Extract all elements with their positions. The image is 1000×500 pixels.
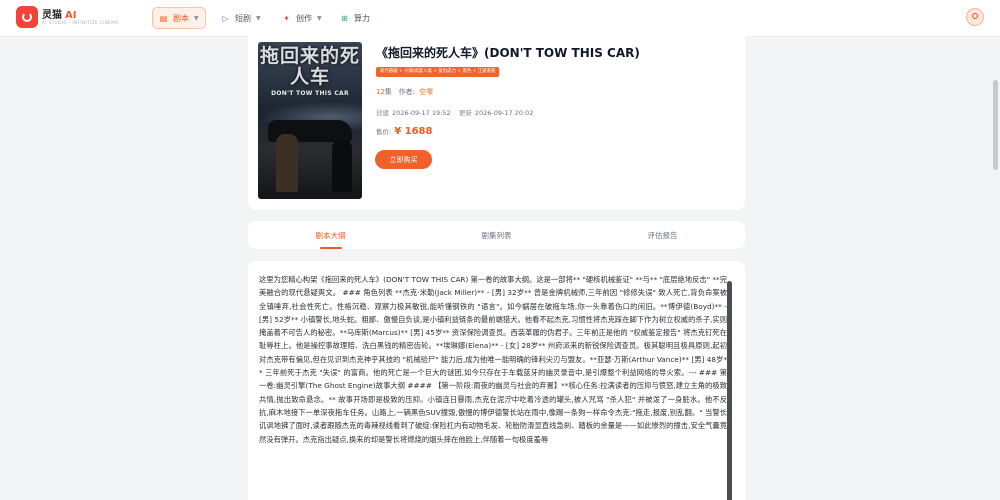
play-icon: ▷ — [222, 13, 229, 23]
chevron-down-icon: ▼ — [194, 14, 199, 22]
sparkle-icon: ✦ — [283, 13, 290, 23]
nav-item-script[interactable]: ▤ 剧本 ▼ — [152, 7, 206, 29]
poster-english-title: DON'T TOW THIS CAR — [271, 90, 349, 97]
content-scrollbar-thumb[interactable] — [727, 281, 732, 500]
nav-item-create[interactable]: ✦ 创作 ▼ — [276, 7, 328, 29]
tab-episode-list[interactable]: 剧集列表 — [454, 221, 539, 249]
product-title: 《拖回来的死人车》(DON'T TOW THIS CAR) — [376, 46, 640, 60]
nav-item-label: 短剧 — [235, 13, 251, 23]
nav-item-short-drama[interactable]: ▷ 短剧 ▼ — [215, 7, 267, 29]
price-row: 售价: ¥ 1688 — [376, 126, 432, 137]
author-label: 作者: — [398, 88, 415, 96]
user-icon — [972, 13, 978, 19]
brand-name: 灵猫 AI — [42, 10, 77, 21]
chevron-down-icon: ▼ — [256, 14, 261, 22]
window-scrollbar-thumb[interactable] — [993, 80, 998, 170]
created-date: 2026-09-17 19:52 — [392, 109, 451, 117]
top-bar: 灵猫 AI AI STUDIO · INFINITIZE CINEMA ▤ 剧本 … — [0, 0, 1000, 37]
author-name[interactable]: 空零 — [419, 88, 433, 96]
outline-content-panel: 这里为您精心构架《拖回来的死人车》(DON'T TOW THIS CAR) 第一… — [248, 261, 745, 500]
dates-row: 创建 2026-09-17 19:52 更新 2026-09-17 20:02 — [376, 109, 534, 117]
price-value: ¥ 1688 — [394, 126, 433, 137]
nav-item-compute[interactable]: ⊞ 算力 — [334, 7, 376, 29]
nav-item-label: 剧本 — [173, 13, 189, 23]
content-scrollbar[interactable] — [727, 281, 732, 500]
chevron-down-icon: ▼ — [317, 14, 322, 22]
episode-count: 12 — [376, 88, 385, 96]
compute-icon: ⊞ — [341, 13, 348, 23]
window-scrollbar[interactable] — [992, 37, 1000, 500]
outline-text: 这里为您精心构架《拖回来的死人车》(DON'T TOW THIS CAR) 第一… — [259, 275, 727, 444]
product-card: 拖回来的死人车 DON'T TOW THIS CAR 《拖回来的死人车》(DON… — [248, 34, 745, 210]
brand-logo-icon[interactable] — [16, 6, 38, 28]
episode-author-row: 12集 作者: 空零 — [376, 88, 434, 96]
tab-evaluation-report[interactable]: 评估报告 — [620, 221, 705, 249]
tab-bar: 剧本大纲 剧集列表 评估报告 — [248, 221, 745, 249]
user-avatar[interactable] — [966, 8, 984, 26]
tab-outline[interactable]: 剧本大纲 — [288, 221, 373, 249]
document-icon: ▤ — [159, 13, 168, 23]
price-label: 售价: — [376, 128, 392, 136]
poster-title: 拖回来的死人车 — [259, 45, 360, 88]
genre-tag: 现代悬疑 + 小镇/高度人类 + 复仇成力 + 黑色 + 江湖道遥 — [376, 67, 500, 77]
brand-tagline: AI STUDIO · INFINITIZE CINEMA — [42, 20, 119, 25]
buy-now-button[interactable]: 立即购买 — [375, 150, 432, 169]
poster-image: 拖回来的死人车 DON'T TOW THIS CAR — [258, 42, 362, 199]
nav-item-label: 算力 — [354, 13, 370, 23]
nav-item-label: 创作 — [296, 13, 312, 23]
updated-date: 2026-09-17 20:02 — [474, 109, 534, 117]
